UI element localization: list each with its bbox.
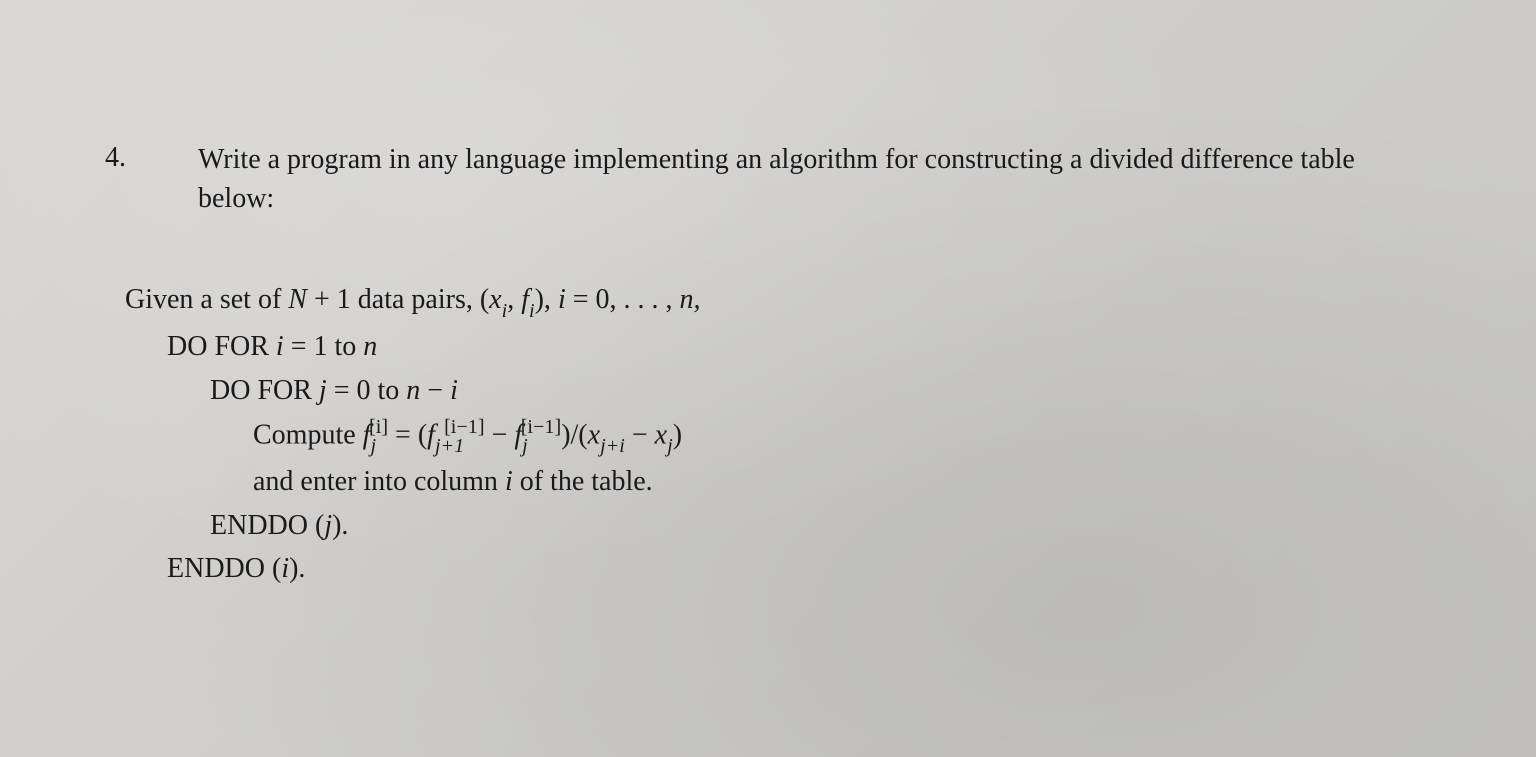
problem-number: 4. xyxy=(105,140,126,218)
compute-line: Compute fj[i] = (fj+1[i−1] − fj[i−1])/(x… xyxy=(125,412,1416,460)
algorithm-block: Given a set of N + 1 data pairs, (xi, fi… xyxy=(125,278,1416,590)
enddo-i-line: ENDDO (i). xyxy=(125,547,1416,590)
problem-text: Write a program in any language implemen… xyxy=(198,140,1416,218)
dofor-i-line: DO FOR i = 1 to n xyxy=(125,325,1416,368)
dofor-j-line: DO FOR j = 0 to n − i xyxy=(125,369,1416,412)
enter-line: and enter into column i of the table. xyxy=(125,460,1416,503)
given-line: Given a set of N + 1 data pairs, (xi, fi… xyxy=(125,278,1416,325)
problem-statement: 4. Write a program in any language imple… xyxy=(105,140,1416,218)
enddo-j-line: ENDDO (j). xyxy=(125,504,1416,547)
